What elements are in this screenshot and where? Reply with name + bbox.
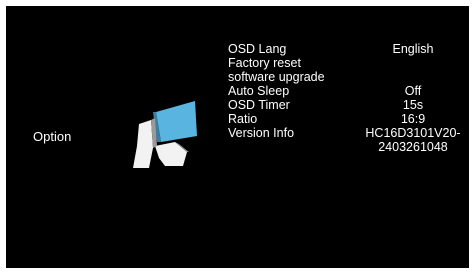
menu-row-factory-reset[interactable]: Factory reset — [228, 56, 469, 70]
menu-label: Ratio — [228, 112, 258, 126]
menu-row-ratio[interactable]: Ratio 16:9 — [228, 112, 469, 126]
menu-value: Off — [404, 84, 422, 98]
section-label: Option — [33, 129, 72, 144]
menu-value: HC16D3101V20-2403261048 — [365, 126, 461, 154]
menu-label: software upgrade — [228, 70, 325, 84]
menu-label: Version Info — [228, 126, 295, 140]
menu-row-osd-timer[interactable]: OSD Timer 15s — [228, 98, 469, 112]
brand-logo-icon — [133, 101, 197, 168]
menu-label: Auto Sleep — [228, 84, 290, 98]
menu-row-osd-lang[interactable]: OSD Lang English — [228, 42, 469, 56]
menu-value: 15s — [402, 98, 424, 112]
menu-row-auto-sleep[interactable]: Auto Sleep Off — [228, 84, 469, 98]
menu-label: OSD Timer — [228, 98, 290, 112]
menu-label: Factory reset — [228, 56, 301, 70]
menu-value: 16:9 — [400, 112, 426, 126]
menu-label: OSD Lang — [228, 42, 287, 56]
menu-value: English — [392, 42, 434, 56]
menu-row-software-upgrade[interactable]: software upgrade — [228, 70, 469, 84]
osd-screen: Option OSD Lang English Factory reset so… — [6, 6, 469, 268]
settings-menu: OSD Lang English Factory reset software … — [228, 42, 469, 154]
menu-row-version-info[interactable]: Version Info HC16D3101V20-2403261048 — [228, 126, 469, 154]
